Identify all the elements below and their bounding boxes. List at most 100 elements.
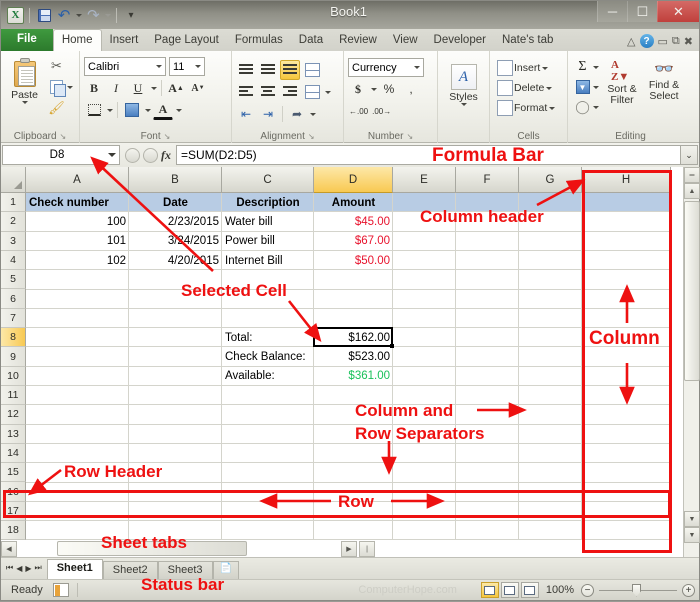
tab-review[interactable]: Review xyxy=(331,30,385,51)
row-header-10[interactable]: 10 xyxy=(1,367,26,386)
sheet-tab-sheet3[interactable]: Sheet3 xyxy=(158,561,213,579)
last-sheet-icon[interactable]: ⏭ xyxy=(34,563,43,573)
cell-A2[interactable]: 100 xyxy=(26,212,129,231)
maximize-button[interactable]: ☐ xyxy=(627,1,657,22)
row-header-5[interactable]: 5 xyxy=(1,270,26,289)
accounting-format-button[interactable]: $ xyxy=(348,79,368,99)
scroll-split-handle[interactable]: ═ xyxy=(684,167,700,183)
tab-view[interactable]: View xyxy=(385,30,426,51)
scroll-left-icon[interactable]: ◀ xyxy=(1,541,17,557)
zoom-out-icon[interactable]: − xyxy=(581,584,594,597)
minimize-button[interactable]: ─ xyxy=(597,1,627,22)
row-header-15[interactable]: 15 xyxy=(1,463,26,482)
page-break-preview-icon[interactable] xyxy=(521,582,539,598)
normal-view-icon[interactable] xyxy=(481,582,499,598)
fill-button[interactable]: ▼ xyxy=(572,77,601,97)
row-header-11[interactable]: 11 xyxy=(1,386,26,405)
cell-B2[interactable]: 2/23/2015 xyxy=(129,212,222,231)
row-header-17[interactable]: 17 xyxy=(1,502,26,521)
cell-C9[interactable]: Check Balance: xyxy=(222,347,314,366)
grow-font-button[interactable]: A▲ xyxy=(166,78,186,98)
clipboard-dialog-launcher[interactable]: ↘ xyxy=(60,132,67,141)
ribbon-close-icon[interactable]: ✖ xyxy=(684,35,693,48)
horizontal-split-handle[interactable]: | xyxy=(359,541,375,557)
top-align-button[interactable] xyxy=(236,60,256,80)
font-size-input[interactable]: 11 xyxy=(169,57,205,76)
decrease-indent-button[interactable]: ⇤ xyxy=(236,104,256,124)
cell-C8[interactable]: Total: xyxy=(222,328,314,347)
wrap-text-button[interactable]: ➦ xyxy=(287,104,307,124)
cell-A4[interactable]: 102 xyxy=(26,251,129,270)
tab-formulas[interactable]: Formulas xyxy=(227,30,291,51)
row-header-7[interactable]: 7 xyxy=(1,309,26,328)
font-color-button[interactable]: A xyxy=(153,100,173,120)
tab-insert[interactable]: Insert xyxy=(102,30,147,51)
row-header-9[interactable]: 9 xyxy=(1,347,26,366)
page-layout-view-icon[interactable] xyxy=(501,582,519,598)
next-sheet-icon[interactable]: ▶ xyxy=(24,564,32,573)
bottom-align-button[interactable] xyxy=(280,60,300,80)
middle-align-button[interactable] xyxy=(258,60,278,80)
underline-dropdown-icon[interactable] xyxy=(151,87,157,90)
column-header-d[interactable]: D xyxy=(314,167,393,193)
undo-dropdown-icon[interactable] xyxy=(76,14,82,17)
row-header-14[interactable]: 14 xyxy=(1,444,26,463)
borders-dropdown-icon[interactable] xyxy=(107,109,113,112)
insert-worksheet-icon[interactable]: 📄 xyxy=(213,561,239,579)
autosum-button[interactable]: Σ xyxy=(572,57,601,77)
cell-B1[interactable]: Date xyxy=(129,193,222,212)
scroll-right-icon[interactable]: ▶ xyxy=(341,541,357,557)
format-cells-button[interactable]: Format xyxy=(494,98,557,118)
vertical-scrollbar[interactable]: ═ ▲ ▼ ▼ xyxy=(683,167,699,557)
scroll-down-icon[interactable]: ▼ xyxy=(684,511,700,527)
alignment-dialog-launcher[interactable]: ↘ xyxy=(308,132,315,141)
name-box[interactable]: D8 xyxy=(2,145,120,165)
row-header-4[interactable]: 4 xyxy=(1,251,26,270)
accounting-dropdown-icon[interactable] xyxy=(371,88,377,91)
column-header-h[interactable]: H xyxy=(582,167,671,193)
number-format-select[interactable]: Currency xyxy=(348,58,424,77)
cut-button[interactable]: ✂ xyxy=(46,56,75,76)
row-header-18[interactable]: 18 xyxy=(1,521,26,540)
row-header-3[interactable]: 3 xyxy=(1,232,26,251)
styles-button[interactable]: A Styles xyxy=(442,62,485,106)
orientation-button[interactable] xyxy=(302,60,322,80)
wrap-text-dropdown-icon[interactable] xyxy=(310,113,316,116)
italic-button[interactable]: I xyxy=(106,78,126,98)
help-icon[interactable]: ? xyxy=(640,34,654,48)
paste-dropdown-icon[interactable] xyxy=(22,101,28,104)
cell-B3[interactable]: 3/24/2015 xyxy=(129,232,222,251)
vertical-scroll-thumb[interactable] xyxy=(684,201,700,381)
cell-C3[interactable]: Power bill xyxy=(222,232,314,251)
cell-A1[interactable]: Check number xyxy=(26,193,129,212)
merge-center-button[interactable] xyxy=(302,82,322,102)
undo-icon[interactable]: ↶ xyxy=(55,6,73,24)
find-select-button[interactable]: 👓 Find & Select xyxy=(643,57,685,101)
zoom-slider-thumb[interactable] xyxy=(632,584,641,597)
align-right-button[interactable] xyxy=(280,82,300,102)
styles-dropdown-icon[interactable] xyxy=(461,103,467,106)
tab-developer[interactable]: Developer xyxy=(426,30,494,51)
align-center-button[interactable] xyxy=(258,82,278,102)
font-dialog-launcher[interactable]: ↘ xyxy=(164,132,171,141)
resize-grip[interactable] xyxy=(687,589,697,599)
borders-button[interactable] xyxy=(84,100,104,120)
insert-function-icon[interactable]: fx xyxy=(161,148,171,163)
increase-decimal-button[interactable]: .00→ xyxy=(371,101,392,121)
cell-D9[interactable]: $523.00 xyxy=(314,347,393,366)
cell-C10[interactable]: Available: xyxy=(222,367,314,386)
decrease-decimal-button[interactable]: ←.00 xyxy=(348,101,369,121)
underline-button[interactable]: U xyxy=(128,78,148,98)
tab-data[interactable]: Data xyxy=(291,30,331,51)
cell-B4[interactable]: 4/20/2015 xyxy=(129,251,222,270)
fill-color-dropdown-icon[interactable] xyxy=(145,109,151,112)
column-header-c[interactable]: C xyxy=(222,167,314,193)
format-painter-button[interactable]: 🖌 xyxy=(46,98,75,118)
cell-D2[interactable]: $45.00 xyxy=(314,212,393,231)
cell-C1[interactable]: Description xyxy=(222,193,314,212)
increase-indent-button[interactable]: ⇥ xyxy=(258,104,278,124)
column-header-g[interactable]: G xyxy=(519,167,582,193)
name-box-dropdown-icon[interactable] xyxy=(108,153,116,157)
window-restore-icon[interactable]: ⧉ xyxy=(672,35,680,48)
customize-qat-icon[interactable]: ▾ xyxy=(122,6,140,24)
